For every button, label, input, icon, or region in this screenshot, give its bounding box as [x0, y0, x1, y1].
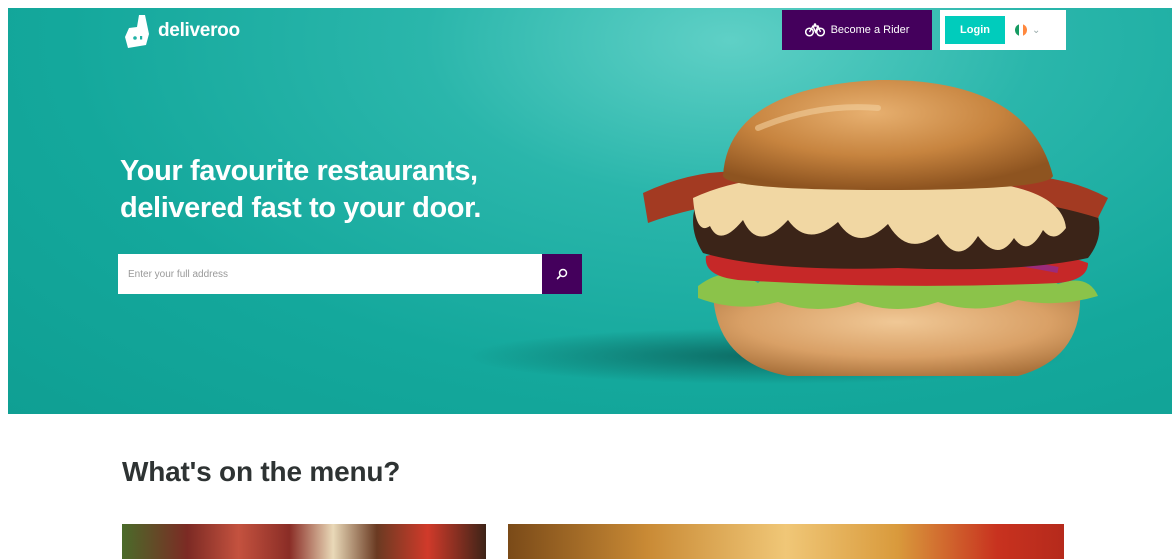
deliveroo-logo[interactable]: deliveroo	[122, 14, 240, 48]
rider-button-label: Become a Rider	[830, 24, 910, 36]
become-a-rider-button[interactable]: Become a Rider	[782, 10, 932, 50]
burger-image	[468, 79, 1108, 384]
country-selector[interactable]: ⌄	[1015, 24, 1040, 36]
menu-tile-2[interactable]	[508, 524, 1064, 559]
bicycle-icon	[804, 23, 825, 37]
logo-text: deliveroo	[158, 20, 240, 41]
chevron-down-icon: ⌄	[1032, 24, 1041, 36]
ireland-flag-icon	[1015, 24, 1027, 36]
hero-banner: deliveroo Become a Rider Login ⌄ Your fa…	[8, 8, 1172, 414]
login-button[interactable]: Login	[945, 16, 1005, 44]
kangaroo-logo-icon	[125, 15, 149, 48]
menu-tile-1[interactable]	[122, 524, 486, 559]
section-title: What's on the menu?	[122, 456, 401, 487]
account-bar: Login ⌄	[940, 10, 1066, 50]
